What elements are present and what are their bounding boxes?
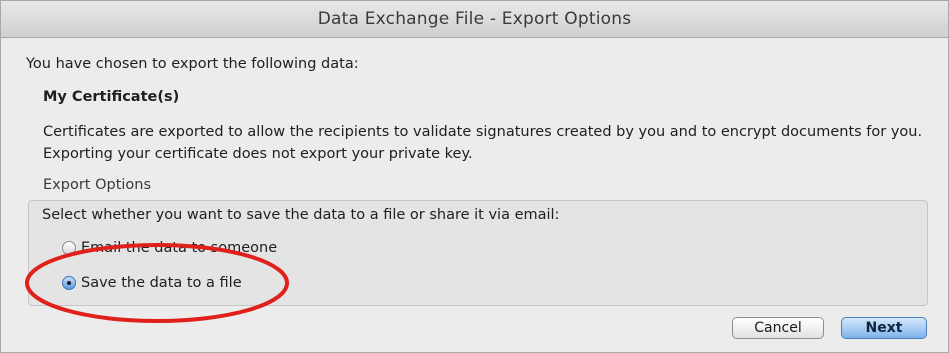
save-file-radio[interactable] — [62, 276, 76, 290]
export-method-prompt: Select whether you want to save the data… — [42, 207, 560, 223]
cancel-button[interactable]: Cancel — [732, 317, 824, 339]
export-data-name: My Certificate(s) — [43, 89, 180, 105]
email-option-label[interactable]: Email the data to someone — [81, 240, 277, 256]
email-option[interactable]: Email the data to someone — [62, 240, 277, 256]
window-title: Data Exchange File - Export Options — [1, 1, 948, 38]
intro-text: You have chosen to export the following … — [26, 56, 359, 72]
next-button[interactable]: Next — [841, 317, 927, 339]
email-radio[interactable] — [62, 241, 76, 255]
export-options-label: Export Options — [43, 177, 152, 193]
save-file-option[interactable]: Save the data to a file — [62, 275, 242, 291]
save-file-option-label[interactable]: Save the data to a file — [81, 275, 242, 291]
export-description: Certificates are exported to allow the r… — [43, 124, 923, 162]
export-options-dialog: Data Exchange File - Export Options You … — [0, 0, 949, 353]
